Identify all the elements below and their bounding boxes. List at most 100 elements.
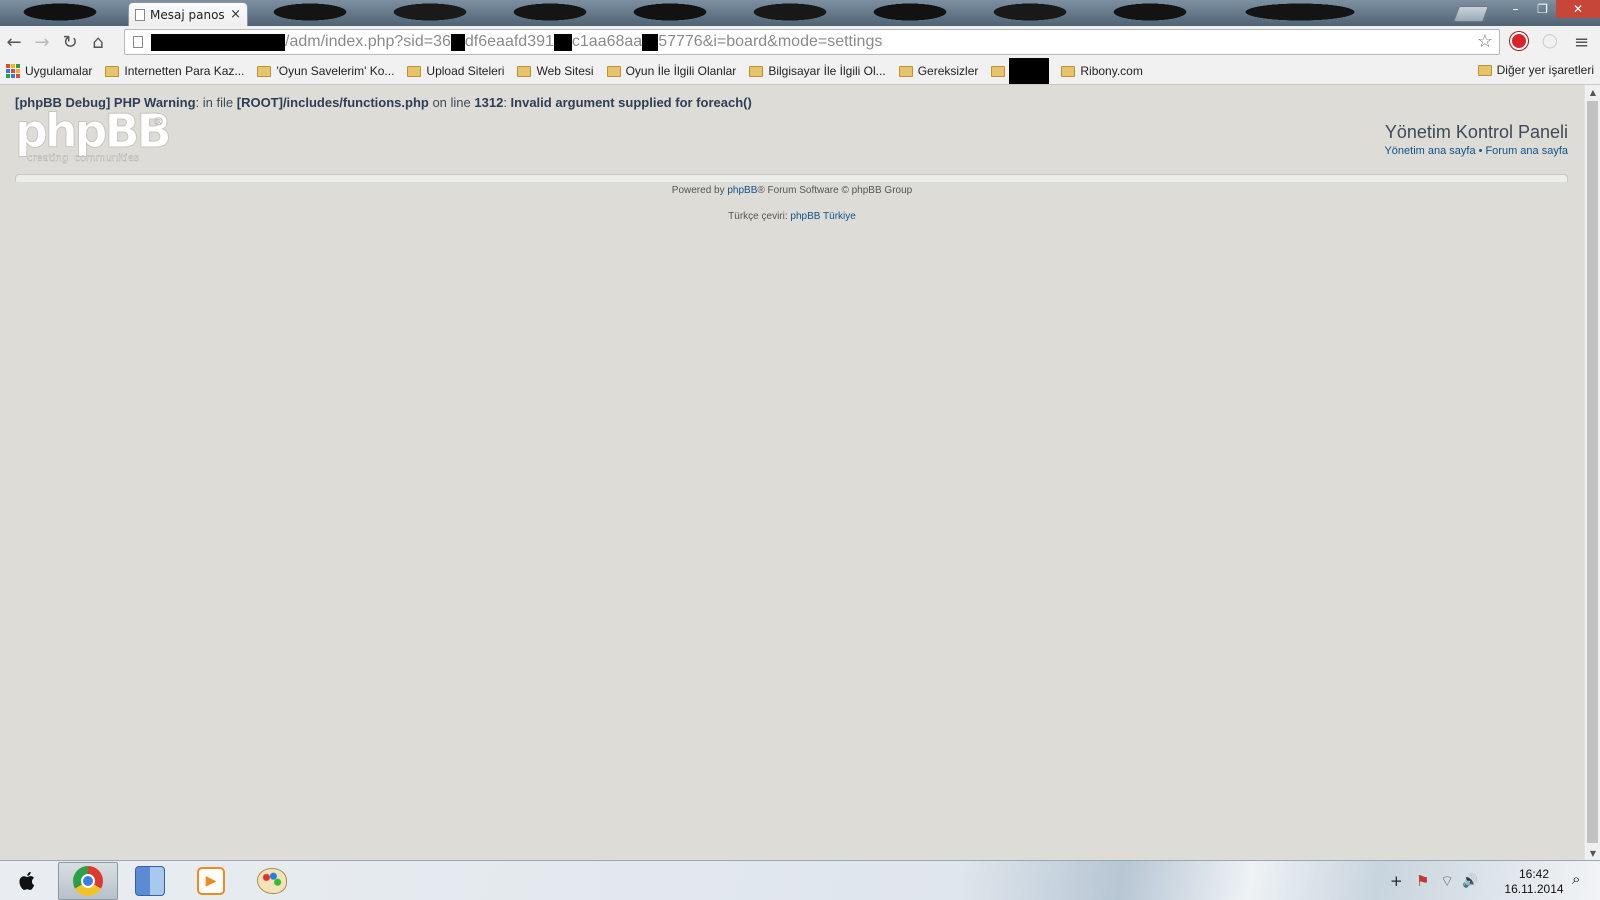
bookmarks-bar: Uygulamalar Internetten Para Kaz... 'Oyu…	[0, 58, 1600, 85]
paint-icon	[257, 868, 287, 894]
footer-text: ® Forum Software © phpBB Group	[757, 185, 913, 196]
address-bar[interactable]: /adm/index.php?sid=36 df6eaafd391 c1aa68…	[124, 29, 1500, 55]
apple-icon	[18, 871, 34, 890]
logo-text: phpBB	[15, 111, 169, 158]
powered-by: Powered by phpBB® Forum Software © phpBB…	[0, 185, 1584, 196]
forum-index-link[interactable]: Forum ana sayfa	[1485, 145, 1568, 157]
folder-icon	[606, 65, 621, 77]
url-segment: /adm/index.php?sid=36	[285, 33, 451, 50]
vertical-scrollbar[interactable]: ▲ ▼	[1584, 85, 1600, 860]
phpbb-logo[interactable]: phpBB ® creating communities	[15, 111, 175, 171]
scroll-up-icon[interactable]: ▲	[1585, 85, 1600, 99]
folder-icon	[105, 65, 120, 77]
page-info-icon[interactable]	[133, 36, 143, 48]
bookmark-label: Bilgisayar İle İlgili Ol...	[768, 64, 886, 78]
page-title: Yönetim Kontrol Paneli	[1384, 122, 1568, 142]
other-bookmarks[interactable]: Diğer yer işaretleri	[1477, 63, 1594, 77]
folder-icon	[898, 65, 913, 77]
debug-warning: [phpBB Debug] PHP Warning: in file [ROOT…	[15, 95, 752, 110]
bookmark-label: Uygulamalar	[25, 64, 93, 78]
bookmark-label: Gereksizler	[917, 64, 979, 78]
bookmark-apps[interactable]: Uygulamalar	[6, 64, 92, 78]
reload-button[interactable]: ↻	[56, 28, 84, 56]
debug-text: :	[503, 95, 511, 110]
forward-button[interactable]: →	[28, 28, 56, 56]
url-segment: c1aa68aa	[571, 33, 643, 50]
bookmark-star-icon[interactable]: ☆	[1477, 31, 1493, 52]
bookmark-folder[interactable]: Bilgisayar İle İlgili Ol...	[749, 64, 886, 78]
content-panel-top	[15, 174, 1568, 182]
redacted-url-part	[642, 33, 659, 51]
bookmark-folder[interactable]: Internetten Para Kaz...	[105, 64, 244, 78]
taskbar: ▶ + ⚑ ⌔ 🔊 16:42 16.11.2014 ⌕	[0, 860, 1600, 900]
apps-grid-icon	[6, 64, 20, 78]
folder-icon	[257, 65, 272, 77]
document-icon	[135, 8, 145, 21]
bookmark-label: Web Sitesi	[536, 64, 594, 78]
debug-file: [ROOT]/includes/functions.php	[236, 95, 429, 110]
folder-icon	[517, 65, 532, 77]
bookmark-folder[interactable]: Gereksizler	[898, 64, 979, 78]
bookmark-label: Diğer yer işaretleri	[1496, 63, 1594, 77]
start-button[interactable]	[0, 861, 55, 900]
phpbb-link[interactable]: phpBB	[727, 185, 757, 196]
tab-active[interactable]: Mesaj panos ×	[128, 2, 248, 26]
clock-date: 16.11.2014	[1504, 882, 1564, 896]
admin-index-link[interactable]: Yönetim ana sayfa	[1384, 145, 1475, 157]
back-button[interactable]: ←	[0, 28, 28, 56]
tray-volume-icon[interactable]: 🔊	[1462, 861, 1478, 900]
redacted-bookmark	[1009, 58, 1050, 84]
tray-plus-icon[interactable]: +	[1390, 861, 1403, 900]
footer-text: Powered by	[671, 185, 728, 196]
close-window-button[interactable]: ✕	[1556, 0, 1600, 18]
phpbb-turkiye-link[interactable]: phpBB Türkiye	[790, 211, 855, 222]
folder-icon	[1061, 65, 1076, 77]
finder-icon	[135, 866, 165, 896]
home-button[interactable]: ⌂	[84, 28, 112, 56]
taskbar-media-player[interactable]: ▶	[181, 862, 241, 900]
tray-wifi-icon[interactable]: ⌔	[1440, 861, 1454, 900]
folder-icon	[749, 65, 764, 77]
taskbar-chrome[interactable]	[58, 862, 118, 900]
bookmark-folder-redacted[interactable]	[991, 65, 1006, 77]
taskbar-paint[interactable]	[242, 862, 302, 900]
minimize-button[interactable]: –	[1502, 0, 1529, 18]
taskbar-finder[interactable]	[120, 862, 180, 900]
tab-title: Mesaj panos	[150, 7, 225, 22]
redacted-url-part	[450, 33, 465, 51]
shield-extension-icon[interactable]: ◯	[1542, 33, 1558, 50]
tab-close-icon[interactable]: ×	[230, 7, 241, 22]
tab-strip: Mesaj panos × – ❐ ✕	[0, 0, 1600, 26]
search-icon[interactable]: ⌕	[1572, 870, 1580, 888]
clock[interactable]: 16:42 16.11.2014	[1498, 867, 1570, 897]
debug-message: Invalid argument supplied for foreach()	[510, 95, 752, 110]
debug-text: : in file	[195, 95, 237, 110]
bookmark-folder[interactable]: Ribony.com	[1061, 64, 1143, 78]
media-player-icon: ▶	[197, 867, 225, 895]
debug-prefix: [phpBB Debug] PHP Warning	[15, 95, 196, 110]
restore-button[interactable]: ❐	[1529, 0, 1556, 18]
logo-tagline: creating communities	[27, 153, 139, 164]
url-segment: 57776&i=board&mode=settings	[658, 33, 883, 50]
chrome-icon	[73, 866, 103, 896]
footer-text: Türkçe çeviri:	[728, 211, 791, 222]
bookmark-folder[interactable]: Web Sitesi	[517, 64, 594, 78]
bookmark-folder[interactable]: Upload Siteleri	[407, 64, 504, 78]
debug-line: 1312	[474, 95, 504, 110]
bookmark-folder[interactable]: 'Oyun Savelerim' Ko...	[257, 64, 394, 78]
tray-flag-icon[interactable]: ⚑	[1416, 861, 1429, 900]
browser-toolbar: ← → ↻ ⌂ /adm/index.php?sid=36 df6eaafd39…	[0, 26, 1600, 58]
bookmark-label: Upload Siteleri	[426, 64, 505, 78]
bookmark-label: Oyun İle İlgili Olanlar	[625, 64, 737, 78]
header-links: Yönetim ana sayfa • Forum ana sayfa	[1384, 145, 1568, 157]
scroll-down-icon[interactable]: ▼	[1585, 846, 1600, 860]
stop-extension-icon[interactable]	[1510, 32, 1528, 50]
bookmark-folder[interactable]: Oyun İle İlgili Olanlar	[606, 64, 737, 78]
new-tab-button[interactable]	[1453, 6, 1489, 22]
bookmark-label: Internetten Para Kaz...	[124, 64, 245, 78]
scroll-thumb[interactable]	[1587, 101, 1598, 843]
menu-icon[interactable]: ≡	[1574, 32, 1589, 53]
folder-icon	[991, 65, 1006, 77]
window-controls: – ❐ ✕	[1502, 0, 1600, 18]
page-content: [phpBB Debug] PHP Warning: in file [ROOT…	[0, 85, 1584, 860]
